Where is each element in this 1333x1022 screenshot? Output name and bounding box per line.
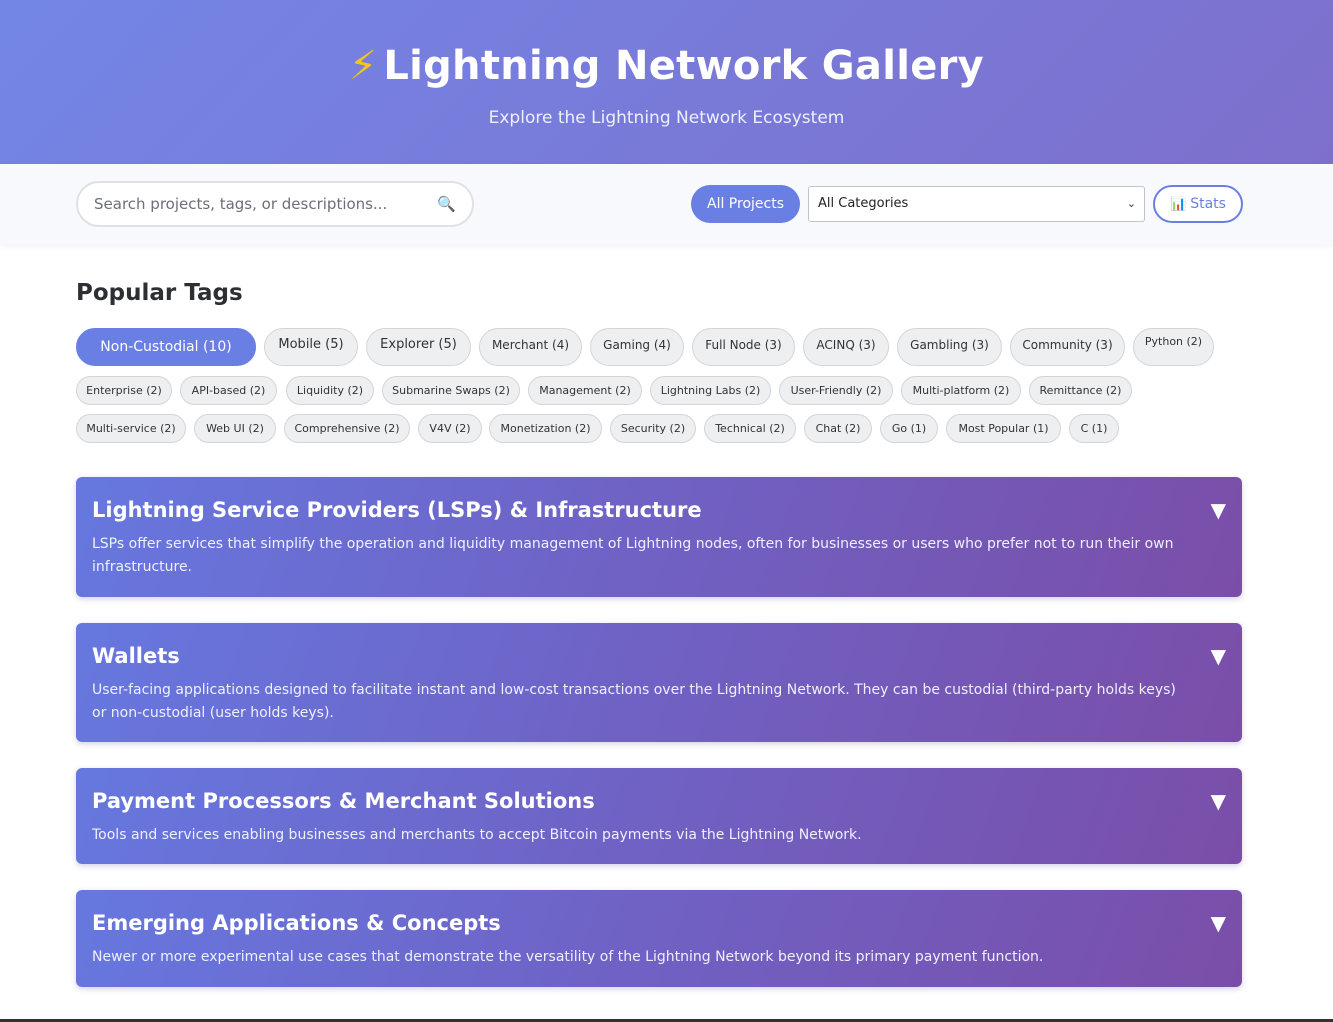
- category-title: Emerging Applications & Concepts: [92, 911, 501, 935]
- toolbar: 🔍 All Projects All Categories ⌄ 📊Stats: [0, 164, 1333, 244]
- category-description: User-facing applications designed to fac…: [92, 682, 1176, 721]
- popular-tags-list: Non-Custodial (10) Mobile (5) Explorer (…: [76, 328, 1242, 448]
- tag-chip[interactable]: V4V (2): [418, 414, 482, 443]
- expand-arrow-icon[interactable]: ▼: [1211, 498, 1226, 522]
- tag-chip[interactable]: Gaming (4): [590, 328, 684, 366]
- tag-chip[interactable]: Security (2): [610, 414, 696, 443]
- expand-arrow-icon[interactable]: ▼: [1211, 911, 1226, 935]
- category-title: Payment Processors & Merchant Solutions: [92, 789, 595, 813]
- page-header: ⚡ Lightning Network Gallery Explore the L…: [0, 0, 1333, 164]
- tag-chip[interactable]: Merchant (4): [479, 328, 582, 366]
- tag-chip[interactable]: Most Popular (1): [946, 414, 1061, 443]
- tag-chip[interactable]: Explorer (5): [366, 328, 471, 366]
- tag-chip[interactable]: Technical (2): [704, 414, 796, 443]
- tag-chip[interactable]: Non-Custodial (10): [76, 328, 256, 366]
- popular-tags-heading: Popular Tags: [76, 280, 243, 306]
- bar-chart-icon: 📊: [1170, 197, 1187, 212]
- category-description: Tools and services enabling businesses a…: [92, 827, 862, 843]
- search-icon[interactable]: 🔍: [437, 195, 456, 213]
- category-select-value: All Categories: [818, 196, 909, 211]
- tag-chip[interactable]: Comprehensive (2): [284, 414, 410, 443]
- chevron-down-icon: ⌄: [1126, 197, 1136, 210]
- tag-chip[interactable]: Chat (2): [804, 414, 872, 443]
- search-box[interactable]: 🔍: [76, 181, 474, 227]
- tag-chip[interactable]: Go (1): [880, 414, 938, 443]
- tag-chip[interactable]: Management (2): [528, 376, 642, 405]
- lightning-bolt-icon: ⚡: [348, 43, 378, 89]
- expand-arrow-icon[interactable]: ▼: [1211, 644, 1226, 668]
- category-title: Wallets: [92, 644, 180, 668]
- tag-chip[interactable]: API-based (2): [180, 376, 277, 405]
- tag-chip[interactable]: Liquidity (2): [286, 376, 374, 405]
- category-title: Lightning Service Providers (LSPs) & Inf…: [92, 498, 702, 522]
- category-select[interactable]: All Categories ⌄: [808, 186, 1145, 222]
- tag-chip[interactable]: Lightning Labs (2): [650, 376, 771, 405]
- tag-chip[interactable]: Community (3): [1010, 328, 1125, 366]
- expand-arrow-icon[interactable]: ▼: [1211, 789, 1226, 813]
- stats-button[interactable]: 📊 Stats: [1153, 185, 1243, 223]
- tag-chip[interactable]: Gambling (3): [897, 328, 1002, 366]
- category-card-emerging-applications[interactable]: Emerging Applications & Concepts Newer o…: [76, 890, 1242, 987]
- stats-label: Stats: [1190, 196, 1226, 212]
- category-description: LSPs offer services that simplify the op…: [92, 536, 1174, 575]
- category-description: Newer or more experimental use cases tha…: [92, 949, 1044, 965]
- main-content: Popular Tags Non-Custodial (10) Mobile (…: [76, 244, 1242, 987]
- search-input[interactable]: [94, 194, 424, 214]
- tag-chip[interactable]: C (1): [1069, 414, 1119, 443]
- page-subtitle: Explore the Lightning Network Ecosystem: [488, 108, 845, 128]
- tag-chip[interactable]: Full Node (3): [692, 328, 795, 366]
- category-card-payment-processors[interactable]: Payment Processors & Merchant Solutions …: [76, 768, 1242, 864]
- page-title-text: Lightning Network Gallery: [383, 43, 985, 89]
- tag-chip[interactable]: Mobile (5): [264, 328, 358, 366]
- tag-chip[interactable]: Monetization (2): [489, 414, 602, 443]
- tag-chip[interactable]: Python (2): [1133, 328, 1214, 366]
- tag-chip[interactable]: ACINQ (3): [803, 328, 889, 366]
- tag-chip[interactable]: Enterprise (2): [76, 376, 172, 405]
- tag-chip[interactable]: Multi-service (2): [76, 414, 186, 443]
- tag-chip[interactable]: Submarine Swaps (2): [382, 376, 520, 405]
- tag-chip[interactable]: User-Friendly (2): [779, 376, 893, 405]
- category-card-wallets[interactable]: Wallets User-facing applications designe…: [76, 623, 1242, 742]
- tag-chip[interactable]: Web UI (2): [194, 414, 276, 443]
- page-title: ⚡ Lightning Network Gallery: [0, 40, 1333, 92]
- all-projects-button[interactable]: All Projects: [691, 185, 800, 223]
- tag-chip[interactable]: Multi-platform (2): [901, 376, 1021, 405]
- tag-chip[interactable]: Remittance (2): [1029, 376, 1132, 405]
- category-card-lsps[interactable]: Lightning Service Providers (LSPs) & Inf…: [76, 477, 1242, 597]
